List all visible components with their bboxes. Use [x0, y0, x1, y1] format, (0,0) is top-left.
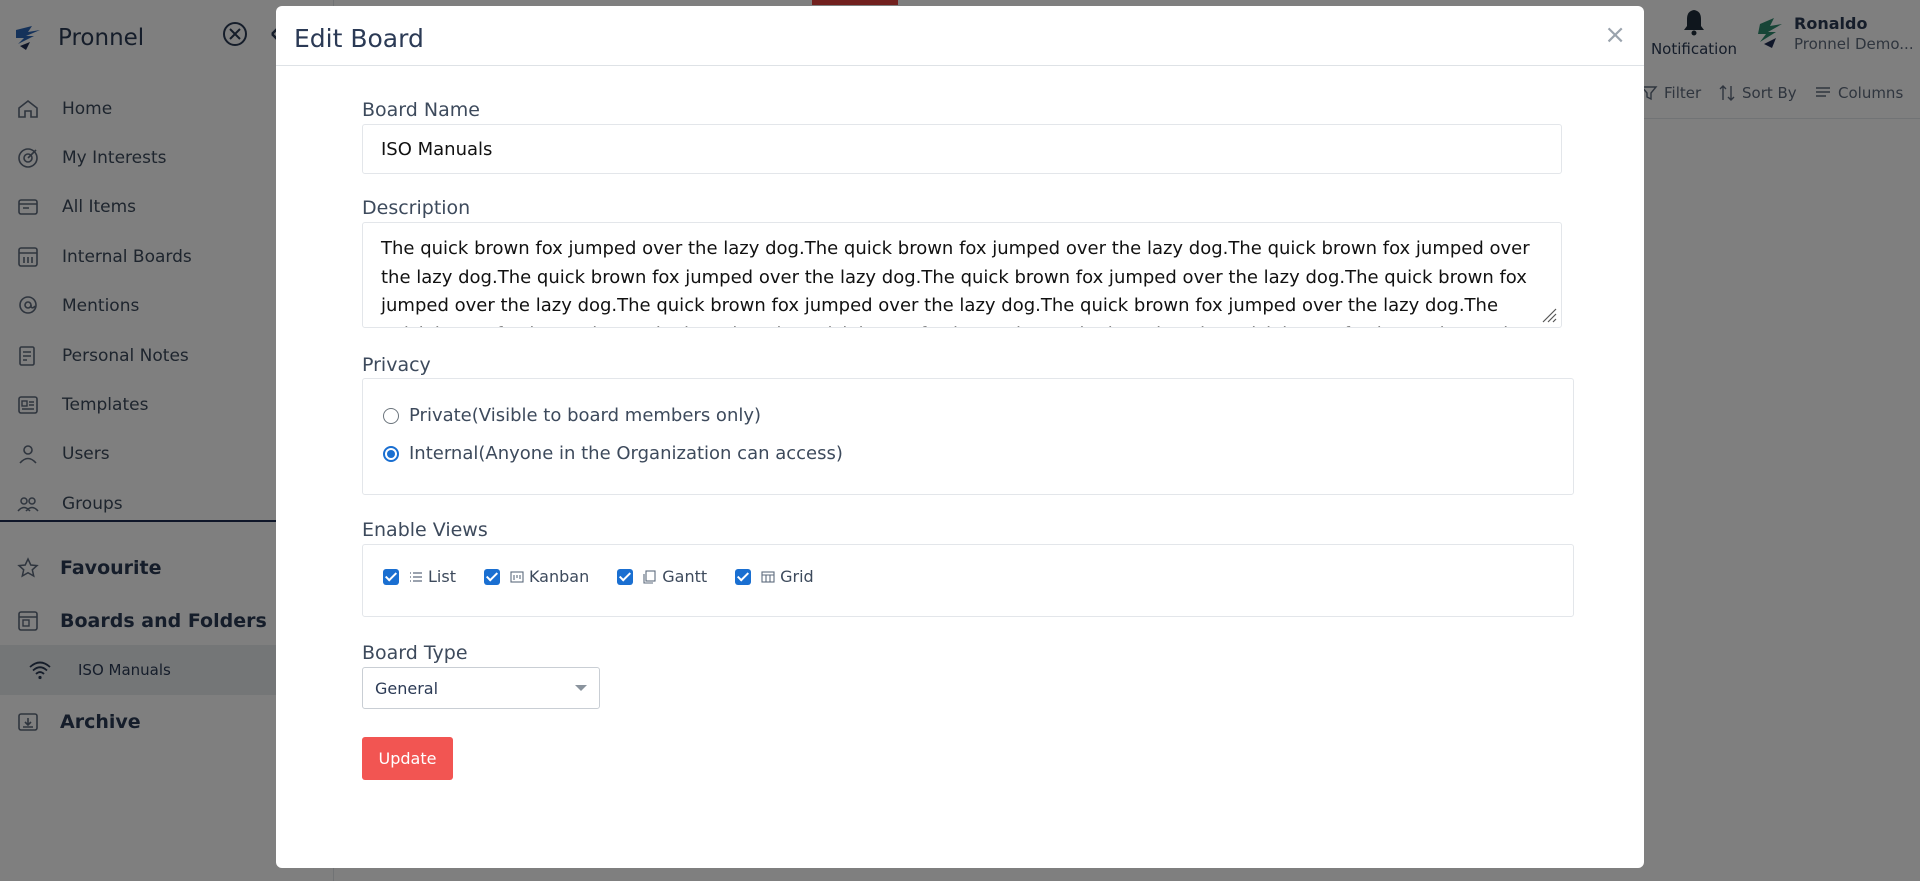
enable-views-panel: List Kanban Gantt Grid: [362, 544, 1574, 617]
description-label: Description: [362, 197, 471, 219]
privacy-panel: Private(Visible to board members only) I…: [362, 378, 1574, 495]
list-checkbox[interactable]: [383, 568, 399, 585]
gantt-checkbox[interactable]: [617, 568, 634, 585]
edit-board-modal: Edit Board × Board Name Description The …: [276, 6, 1644, 868]
view-option-grid[interactable]: Grid: [735, 567, 814, 586]
modal-header: Edit Board ×: [276, 6, 1644, 66]
chevron-down-icon: [575, 685, 587, 691]
gantt-icon: [643, 569, 656, 584]
list-icon: [410, 571, 422, 582]
kanban-icon: [510, 570, 524, 583]
close-icon[interactable]: ×: [1604, 20, 1626, 50]
enable-views-label: Enable Views: [362, 519, 488, 541]
grid-checkbox[interactable]: [735, 568, 752, 585]
view-option-label: Kanban: [528, 567, 590, 586]
view-option-label: List: [428, 567, 456, 586]
view-option-list[interactable]: List: [383, 567, 456, 586]
view-option-label: Gantt: [662, 567, 708, 586]
view-option-label: Grid: [780, 567, 814, 586]
description-textarea[interactable]: The quick brown fox jumped over the lazy…: [362, 222, 1562, 328]
privacy-label: Privacy: [362, 354, 431, 376]
internal-radio[interactable]: [383, 445, 399, 462]
view-option-gantt[interactable]: Gantt: [617, 567, 707, 586]
privacy-option-private[interactable]: Private(Visible to board members only): [383, 405, 761, 426]
board-name-label: Board Name: [362, 99, 480, 121]
board-type-select[interactable]: General: [362, 667, 600, 709]
views-list: List Kanban Gantt Grid: [383, 567, 842, 586]
privacy-option-internal[interactable]: Internal(Anyone in the Organization can …: [383, 443, 843, 464]
board-type-value: General: [375, 678, 439, 698]
modal-title: Edit Board: [294, 24, 424, 53]
resize-handle-icon[interactable]: [1539, 305, 1557, 323]
description-text: The quick brown fox jumped over the lazy…: [381, 238, 1530, 327]
board-type-label: Board Type: [362, 642, 468, 664]
privacy-option-label: Internal(Anyone in the Organization can …: [409, 443, 843, 464]
grid-icon: [761, 570, 775, 583]
privacy-option-label: Private(Visible to board members only): [409, 405, 762, 426]
private-radio[interactable]: [383, 407, 399, 424]
board-name-input[interactable]: [362, 124, 1562, 174]
update-button[interactable]: Update: [362, 737, 453, 780]
kanban-checkbox[interactable]: [483, 568, 500, 585]
view-option-kanban[interactable]: Kanban: [483, 567, 590, 586]
